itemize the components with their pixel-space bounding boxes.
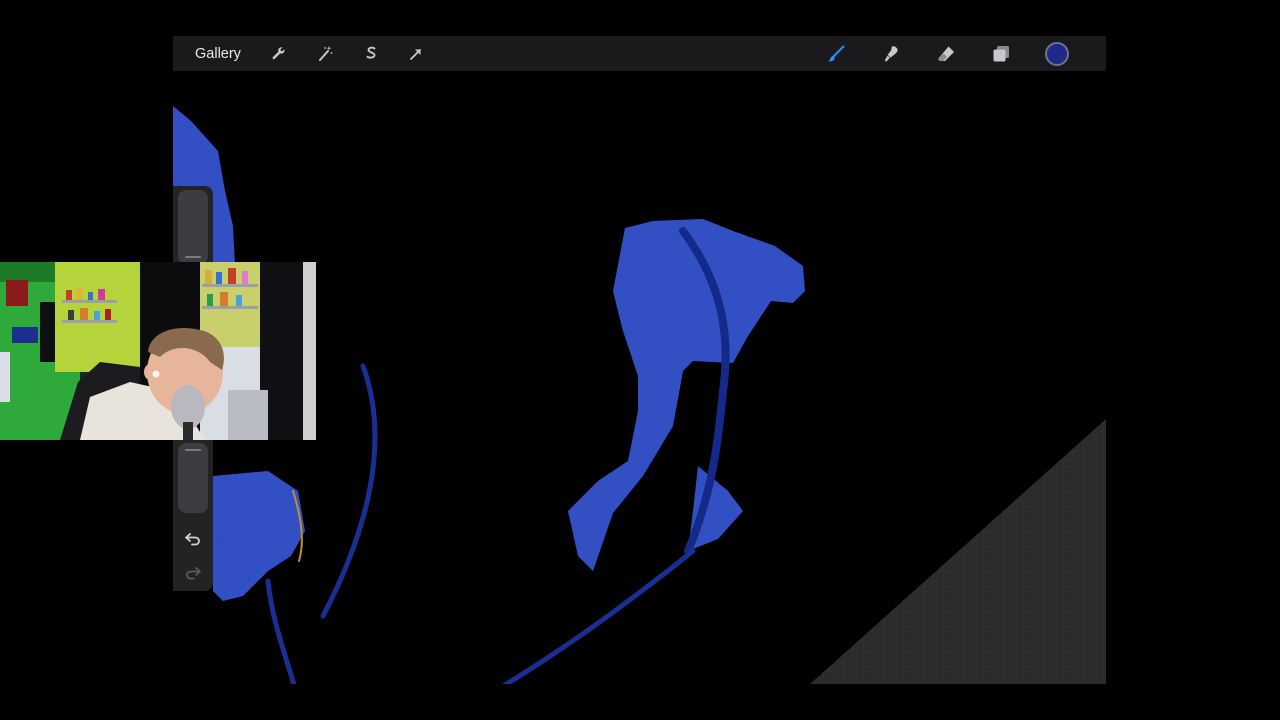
- smudge-icon[interactable]: [879, 42, 903, 66]
- brush-icon[interactable]: [824, 42, 848, 66]
- magic-wand-icon[interactable]: [313, 42, 337, 66]
- webcam-scene: [0, 262, 316, 440]
- wrench-icon[interactable]: [267, 42, 291, 66]
- redo-button[interactable]: [182, 561, 204, 583]
- selection-icon[interactable]: [359, 42, 383, 66]
- opacity-thumb[interactable]: [185, 449, 201, 451]
- webcam-overlay: [0, 262, 316, 440]
- layers-icon[interactable]: [989, 42, 1013, 66]
- screen: Gallery: [0, 0, 1280, 720]
- brush-size-thumb[interactable]: [185, 256, 201, 258]
- transform-arrow-icon[interactable]: [404, 42, 428, 66]
- eraser-icon[interactable]: [934, 42, 958, 66]
- undo-icon: [185, 533, 200, 546]
- brush-size-slider[interactable]: [178, 190, 208, 264]
- color-swatch[interactable]: [1045, 42, 1069, 66]
- top-toolbar: Gallery: [173, 36, 1106, 71]
- undo-button[interactable]: [182, 527, 204, 549]
- redo-icon: [186, 567, 201, 580]
- opacity-slider[interactable]: [178, 443, 208, 513]
- gallery-button[interactable]: Gallery: [195, 44, 241, 64]
